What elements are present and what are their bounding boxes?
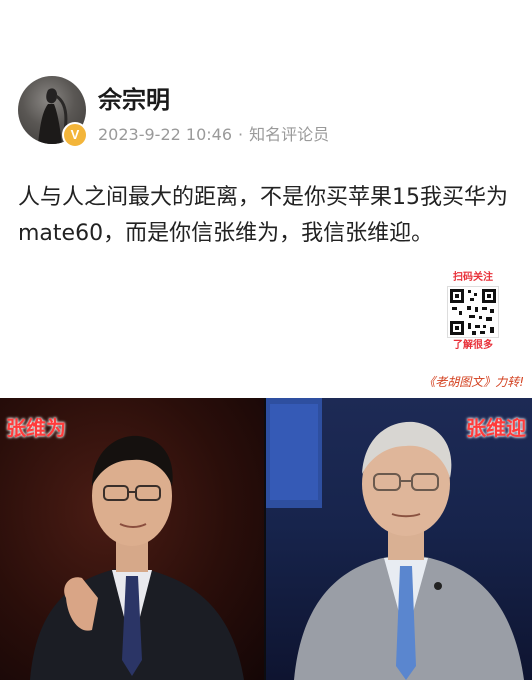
qr-code-icon xyxy=(447,286,499,338)
author-name[interactable]: 佘宗明 xyxy=(98,80,170,115)
qr-top-label: 扫码关注 xyxy=(453,272,493,283)
photo-right: 张维迎 xyxy=(266,398,532,680)
photo-left: 张维为 xyxy=(0,398,264,680)
post-content: 人与人之间最大的距离，不是你买苹果15我买华为mate60，而是你信张维为，我信… xyxy=(18,185,508,246)
qr-bottom-label: 了解很多 xyxy=(453,340,493,351)
post-date: 2023-9-22 10:46 xyxy=(98,125,232,144)
author-title: 知名评论员 xyxy=(249,125,330,144)
watermark: 《老胡图文》力转! xyxy=(423,375,524,389)
qr-promo[interactable]: 扫码关注 了解很多 xyxy=(444,272,502,352)
right-name-label: 张维迎 xyxy=(466,416,526,440)
meta-separator: · xyxy=(238,125,244,144)
verified-badge-icon: V xyxy=(62,122,88,148)
photo-comparison: 张维为 张维迎 xyxy=(0,398,532,680)
post-meta: 2023-9-22 10:46 · 知名评论员 xyxy=(98,121,329,145)
left-name-label: 张维为 xyxy=(6,416,66,440)
post-card: V 佘宗明 2023-9-22 10:46 · 知名评论员 人与人之间最大的距离，不… xyxy=(0,0,532,398)
